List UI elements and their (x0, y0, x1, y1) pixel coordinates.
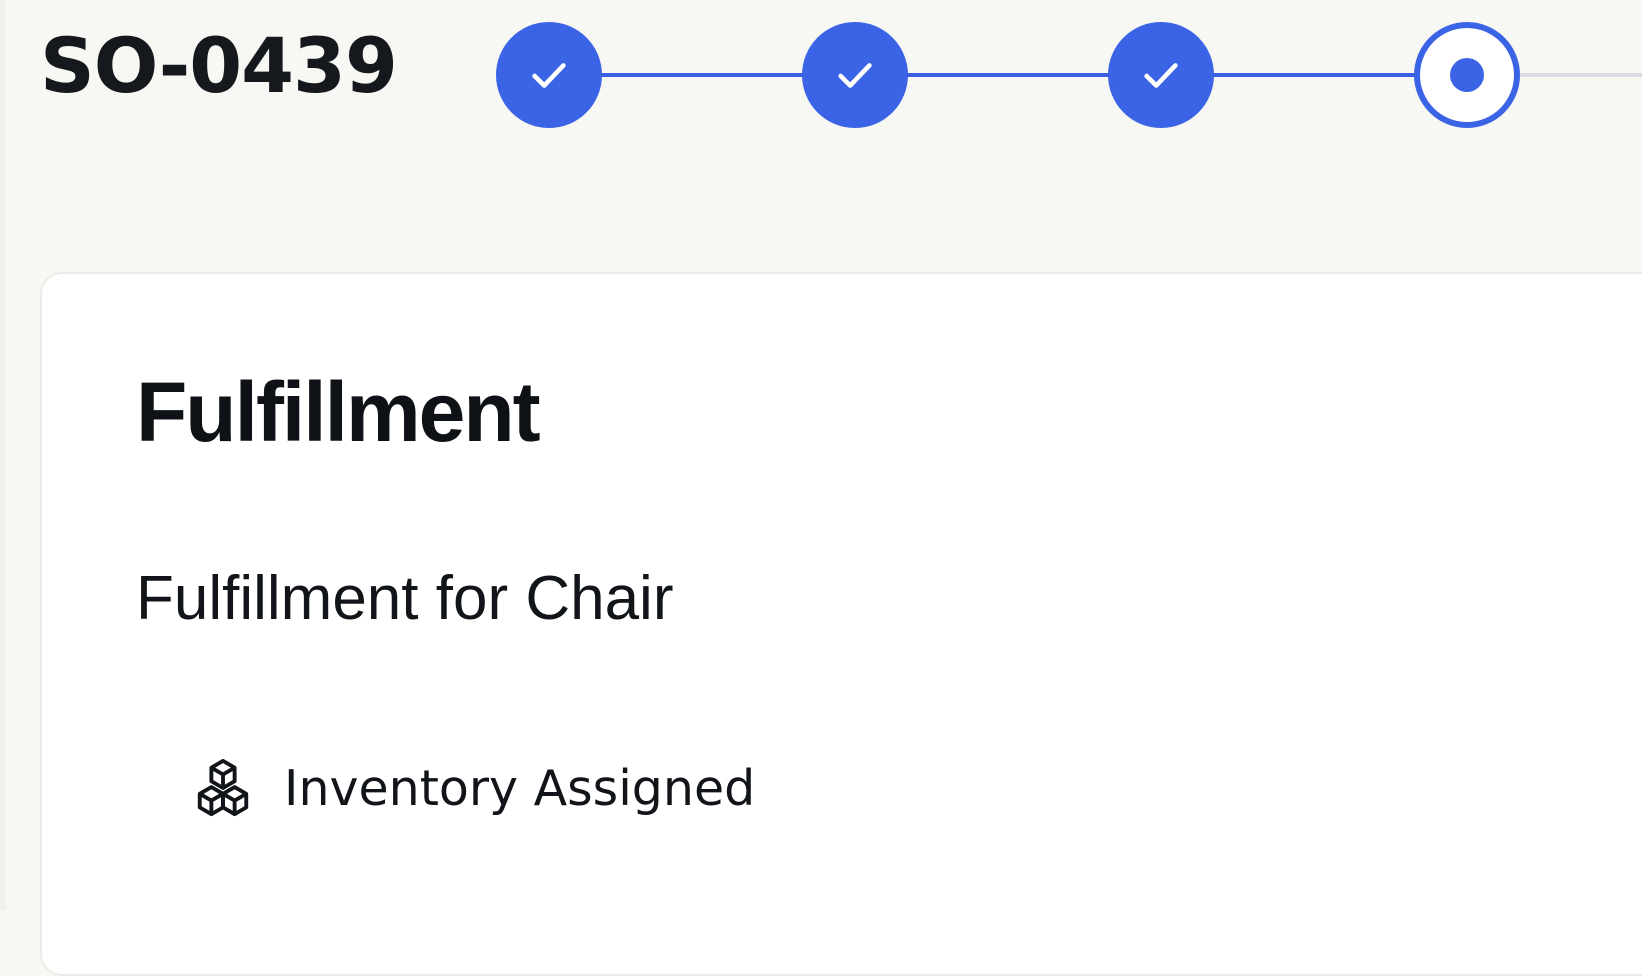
check-icon (838, 63, 872, 88)
left-edge (0, 0, 6, 910)
step-4-current[interactable] (1414, 22, 1520, 128)
card-title: Fulfillment (136, 365, 541, 459)
check-icon (1144, 63, 1178, 88)
dot-icon (1450, 58, 1484, 92)
stepper-connector-1 (600, 73, 810, 77)
fulfillment-card: Fulfillment Fulfillment for Chair Invent… (40, 272, 1642, 976)
boxes-icon (192, 757, 254, 819)
order-id-heading: SO-0439 (40, 21, 398, 110)
order-progress-stepper (496, 22, 1642, 128)
inventory-status-label: Inventory Assigned (284, 759, 756, 817)
stepper-connector-3 (1212, 73, 1424, 77)
check-icon (532, 63, 566, 88)
step-3-completed[interactable] (1108, 22, 1214, 128)
inventory-status: Inventory Assigned (192, 758, 755, 818)
stepper-connector-4 (1516, 73, 1642, 77)
stepper-connector-2 (906, 73, 1118, 77)
step-2-completed[interactable] (802, 22, 908, 128)
step-1-completed[interactable] (496, 22, 602, 128)
fulfillment-item-title: Fulfillment for Chair (136, 564, 674, 633)
